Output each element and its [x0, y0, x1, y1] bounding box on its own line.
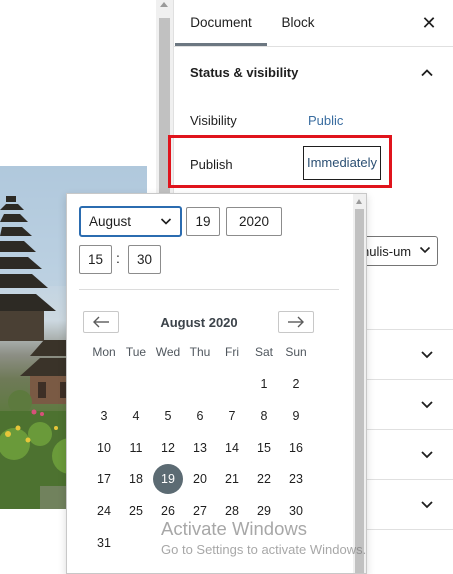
calendar-day[interactable]: 4	[122, 402, 150, 430]
publish-label: Publish	[190, 157, 233, 172]
weekday-header: Tue	[125, 345, 147, 359]
visibility-label: Visibility	[190, 113, 237, 128]
status-visibility-panel-header[interactable]: Status & visibility	[174, 47, 453, 97]
next-month-button[interactable]	[278, 311, 314, 333]
sidebar-tabs: Document Block ✕	[174, 0, 453, 47]
chevron-down-icon[interactable]	[420, 350, 434, 360]
time-separator: :	[116, 250, 120, 266]
calendar-day[interactable]: 29	[250, 497, 278, 525]
calendar-day[interactable]: 9	[282, 402, 310, 430]
calendar-day[interactable]: 20	[186, 465, 214, 493]
calendar-day[interactable]: 22	[250, 465, 278, 493]
scroll-up-arrow-icon[interactable]	[356, 199, 362, 204]
calendar-day[interactable]: 14	[218, 434, 246, 462]
weekday-header: Mon	[92, 345, 116, 359]
close-icon[interactable]: ✕	[418, 12, 440, 34]
weekday-header: Fri	[225, 345, 239, 359]
calendar-day[interactable]: 7	[218, 402, 246, 430]
year-input[interactable]: 2020	[226, 207, 282, 236]
calendar-day[interactable]: 11	[122, 434, 150, 462]
calendar-day[interactable]: 8	[250, 402, 278, 430]
tab-block[interactable]: Block	[272, 0, 324, 46]
calendar-month-caption: August 2020	[160, 315, 238, 330]
day-input[interactable]: 19	[186, 207, 220, 236]
hour-input[interactable]: 15	[79, 245, 112, 274]
date-picker-popover: August 19 2020 15 : 30 August 2020 Mon Tu…	[66, 193, 367, 574]
chevron-down-icon	[160, 218, 172, 225]
calendar-day[interactable]: 30	[282, 497, 310, 525]
calendar-day[interactable]: 24	[90, 497, 118, 525]
chevron-up-icon[interactable]	[420, 66, 434, 80]
weekday-header: Thu	[189, 345, 211, 359]
calendar-day[interactable]: 23	[282, 465, 310, 493]
calendar-day[interactable]: 3	[90, 402, 118, 430]
month-select-value: August	[89, 214, 132, 229]
date-time-divider	[79, 289, 339, 290]
previous-month-button[interactable]	[83, 311, 119, 333]
arrow-left-icon	[93, 316, 109, 328]
author-select-value: nulis-um	[362, 244, 412, 259]
author-select[interactable]: nulis-um	[355, 236, 438, 266]
weekday-header: Sun	[285, 345, 307, 359]
chevron-down-icon[interactable]	[420, 400, 434, 410]
chevron-down-icon	[419, 246, 431, 254]
calendar-day[interactable]: 10	[90, 434, 118, 462]
calendar-day[interactable]: 31	[90, 529, 118, 557]
scroll-up-arrow-icon[interactable]	[160, 2, 168, 7]
calendar-day[interactable]: 5	[154, 402, 182, 430]
visibility-toggle-link[interactable]: Public	[308, 113, 343, 128]
panel-title: Status & visibility	[190, 65, 299, 80]
minute-input[interactable]: 30	[128, 245, 161, 274]
calendar-day[interactable]: 26	[154, 497, 182, 525]
popover-scrollbar-thumb[interactable]	[355, 209, 364, 573]
calendar-day[interactable]: 18	[122, 465, 150, 493]
arrow-right-icon	[288, 316, 304, 328]
calendar-day[interactable]: 13	[186, 434, 214, 462]
chevron-down-icon[interactable]	[420, 450, 434, 460]
calendar-day[interactable]: 6	[186, 402, 214, 430]
calendar-day[interactable]: 2	[282, 370, 310, 398]
chevron-down-icon[interactable]	[420, 500, 434, 510]
tab-document[interactable]: Document	[175, 0, 267, 46]
month-select[interactable]: August	[79, 206, 182, 237]
calendar-day[interactable]: 17	[90, 465, 118, 493]
calendar-day[interactable]: 21	[218, 465, 246, 493]
publish-date-button[interactable]: Immediately	[303, 146, 381, 180]
calendar-day[interactable]: 27	[186, 497, 214, 525]
calendar-day[interactable]: 12	[154, 434, 182, 462]
calendar-day[interactable]: 15	[250, 434, 278, 462]
calendar-day-selected[interactable]: 19	[153, 464, 183, 495]
popover-scrollbar[interactable]	[353, 194, 366, 573]
calendar-day[interactable]: 28	[218, 497, 246, 525]
calendar-day[interactable]: 25	[122, 497, 150, 525]
weekday-header: Sat	[254, 345, 273, 359]
weekday-header: Wed	[155, 345, 181, 359]
calendar-day[interactable]: 1	[250, 370, 278, 398]
calendar-day[interactable]: 16	[282, 434, 310, 462]
